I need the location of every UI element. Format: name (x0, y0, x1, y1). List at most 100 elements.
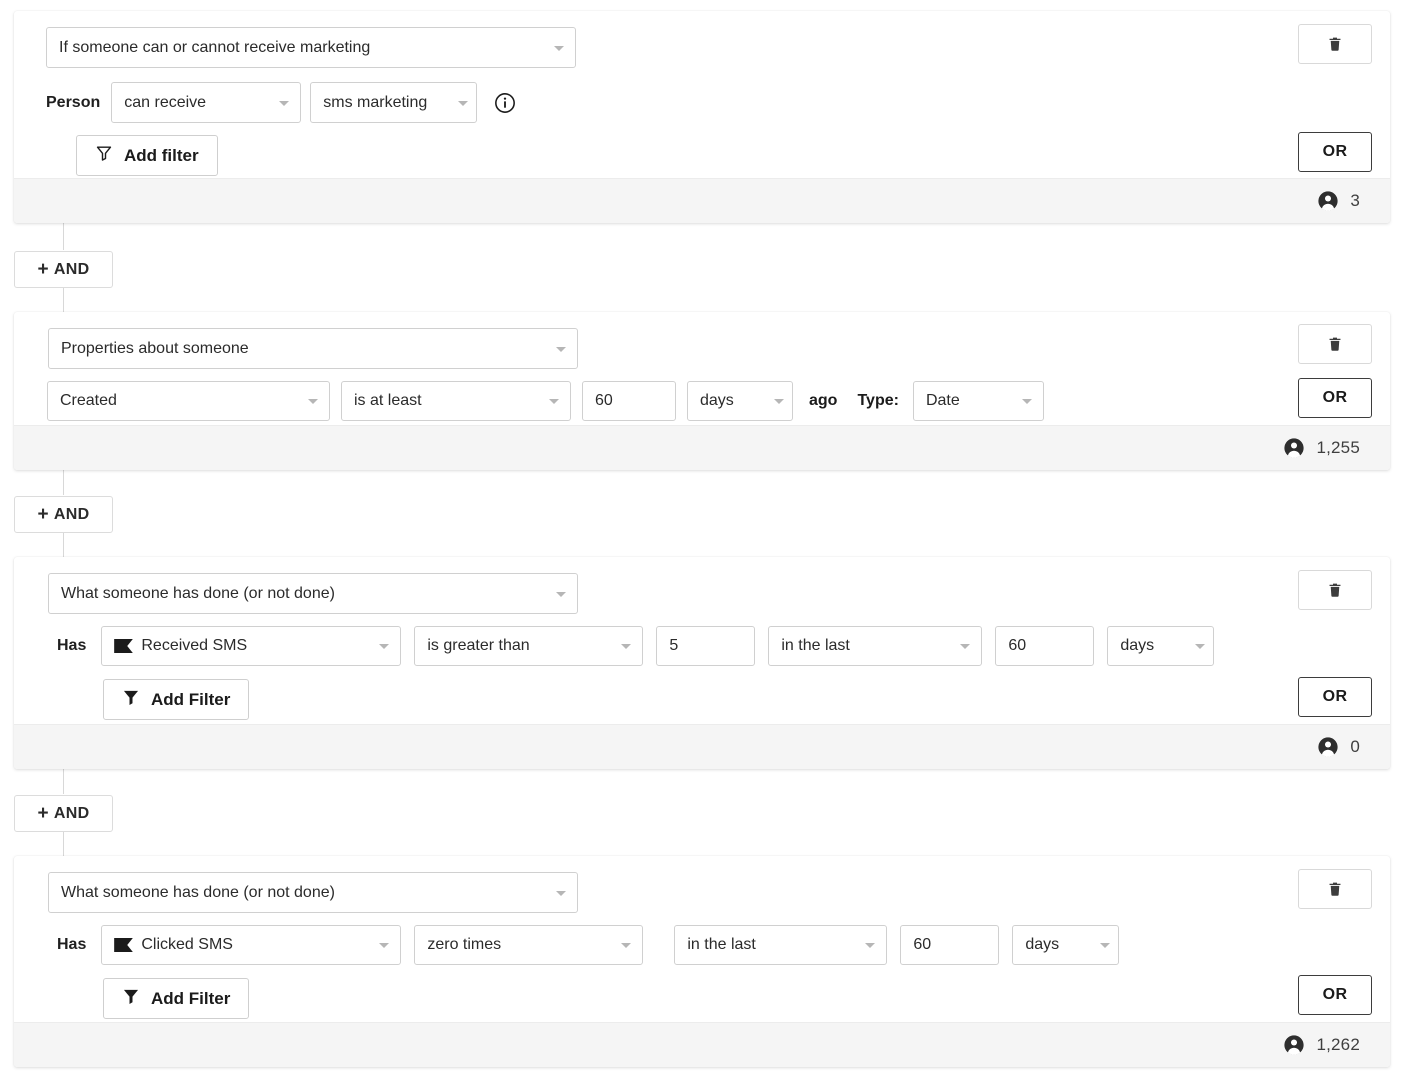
trash-icon (1329, 882, 1341, 896)
member-count-value-1: 3 (1350, 191, 1360, 210)
comparator-select-4[interactable]: zero times (414, 925, 644, 965)
member-count-2: 1,255 (1283, 437, 1360, 459)
comparator-select-3[interactable]: is greater than (414, 626, 644, 666)
flag-icon (114, 639, 134, 653)
add-filter-label-3: Add Filter (151, 689, 231, 709)
funnel-filled-icon (122, 688, 140, 711)
condition-type-select-4[interactable]: What someone has done (or not done) (48, 872, 578, 913)
property-select[interactable]: Created (47, 381, 330, 421)
timeframe-amount-text-4: 60 (913, 936, 932, 953)
chevron-down-icon (379, 943, 390, 948)
condition-footer-4: 1,262 (14, 1022, 1390, 1067)
delete-condition-button-4[interactable] (1298, 869, 1372, 909)
metric-select-4[interactable]: Clicked SMS (101, 925, 402, 965)
timeframe-select-3[interactable]: in the last (768, 626, 983, 666)
metric-select-3[interactable]: Received SMS (101, 626, 402, 666)
timeframe-unit-value-3: days (1120, 637, 1155, 654)
trash-icon (1329, 337, 1341, 351)
or-button-2[interactable]: OR (1298, 378, 1372, 418)
timeframe-value-4: in the last (687, 936, 756, 953)
condition-type-value-4: What someone has done (or not done) (61, 883, 335, 901)
comparator-select-2[interactable]: is at least (341, 381, 571, 421)
funnel-filled-icon (122, 987, 140, 1010)
add-filter-button-4[interactable]: Add Filter (103, 978, 250, 1019)
or-button-4[interactable]: OR (1298, 975, 1372, 1015)
condition-card-3: What someone has done (or not done) Has … (14, 557, 1390, 769)
add-filter-button-1[interactable]: Add filter (76, 135, 218, 176)
datatype-value: Date (925, 392, 960, 409)
or-button-3[interactable]: OR (1298, 677, 1372, 717)
funnel-outline-icon (95, 144, 113, 167)
receive-state-select[interactable]: can receive (111, 82, 302, 123)
plus-icon: + (37, 504, 49, 525)
or-label-2: OR (1322, 389, 1348, 406)
delete-condition-button-2[interactable] (1298, 324, 1372, 364)
or-label-4: OR (1322, 986, 1348, 1003)
member-count-value-3: 0 (1350, 737, 1360, 756)
chevron-down-icon (1195, 644, 1206, 649)
timeframe-select-4[interactable]: in the last (674, 925, 888, 965)
metric-value-4: Clicked SMS (141, 936, 233, 953)
condition-type-select-3[interactable]: What someone has done (or not done) (48, 573, 578, 614)
chevron-down-icon (865, 943, 876, 948)
unit-value-2: days (700, 392, 734, 409)
delete-condition-button-3[interactable] (1298, 570, 1372, 610)
add-filter-label-1: Add filter (124, 145, 199, 165)
comparator-value-2: is at least (354, 392, 422, 409)
timeframe-value-3: in the last (781, 637, 850, 654)
timeframe-amount-3[interactable]: 60 (995, 626, 1095, 666)
chevron-down-icon (960, 644, 971, 649)
unit-select-2[interactable]: days (687, 381, 793, 421)
person-icon (1318, 737, 1338, 757)
add-and-button-1[interactable]: + AND (14, 251, 113, 288)
info-icon[interactable] (494, 92, 516, 114)
timeframe-amount-text-3: 60 (1008, 637, 1027, 654)
condition-type-value-1: If someone can or cannot receive marketi… (59, 38, 371, 56)
segment-builder: If someone can or cannot receive marketi… (0, 0, 1404, 1082)
metric-value-3: Received SMS (141, 637, 248, 654)
person-icon (1284, 438, 1305, 458)
add-and-button-3[interactable]: + AND (14, 795, 113, 832)
condition-card-4: What someone has done (or not done) Has … (14, 856, 1390, 1067)
chevron-down-icon (554, 45, 564, 51)
condition-card-1: If someone can or cannot receive marketi… (14, 11, 1390, 223)
add-filter-label-4: Add Filter (151, 988, 231, 1008)
plus-icon: + (37, 803, 49, 824)
plus-icon: + (37, 259, 49, 280)
comparator-value-4: zero times (427, 936, 502, 953)
or-button-1[interactable]: OR (1298, 132, 1372, 172)
member-count-value-4: 1,262 (1316, 1035, 1360, 1054)
member-count-4: 1,262 (1283, 1034, 1360, 1056)
timeframe-unit-value-4: days (1025, 936, 1060, 953)
timeframe-unit-4[interactable]: days (1012, 925, 1120, 965)
chevron-down-icon (556, 591, 566, 597)
delete-condition-button-1[interactable] (1298, 24, 1372, 64)
add-filter-button-3[interactable]: Add Filter (103, 679, 250, 720)
or-label-1: OR (1322, 143, 1348, 160)
trash-icon (1329, 37, 1341, 51)
datatype-select[interactable]: Date (912, 381, 1044, 421)
comparator-value-3: is greater than (427, 637, 530, 654)
person-icon (1318, 191, 1338, 211)
condition-type-value-3: What someone has done (or not done) (61, 584, 335, 602)
value-input-3[interactable]: 5 (656, 626, 756, 666)
condition-type-select-1[interactable]: If someone can or cannot receive marketi… (46, 27, 576, 68)
channel-select[interactable]: sms marketing (310, 82, 478, 123)
and-label-1: AND (53, 260, 90, 278)
chevron-down-icon (1021, 399, 1032, 404)
or-label-3: OR (1322, 688, 1348, 705)
ago-label: ago (809, 392, 838, 409)
timeframe-unit-3[interactable]: days (1107, 626, 1215, 666)
property-value: Created (60, 392, 117, 409)
condition-footer-2: 1,255 (14, 425, 1390, 470)
add-and-button-2[interactable]: + AND (14, 496, 113, 533)
chevron-down-icon (1100, 943, 1111, 948)
condition-type-value-2: Properties about someone (61, 339, 249, 357)
value-input-2[interactable]: 60 (582, 381, 676, 421)
chevron-down-icon (308, 399, 318, 404)
timeframe-amount-4[interactable]: 60 (900, 925, 1000, 965)
condition-type-select-2[interactable]: Properties about someone (48, 328, 578, 369)
chevron-down-icon (556, 890, 566, 896)
chevron-down-icon (621, 943, 632, 948)
row-label-person: Person (46, 93, 101, 111)
